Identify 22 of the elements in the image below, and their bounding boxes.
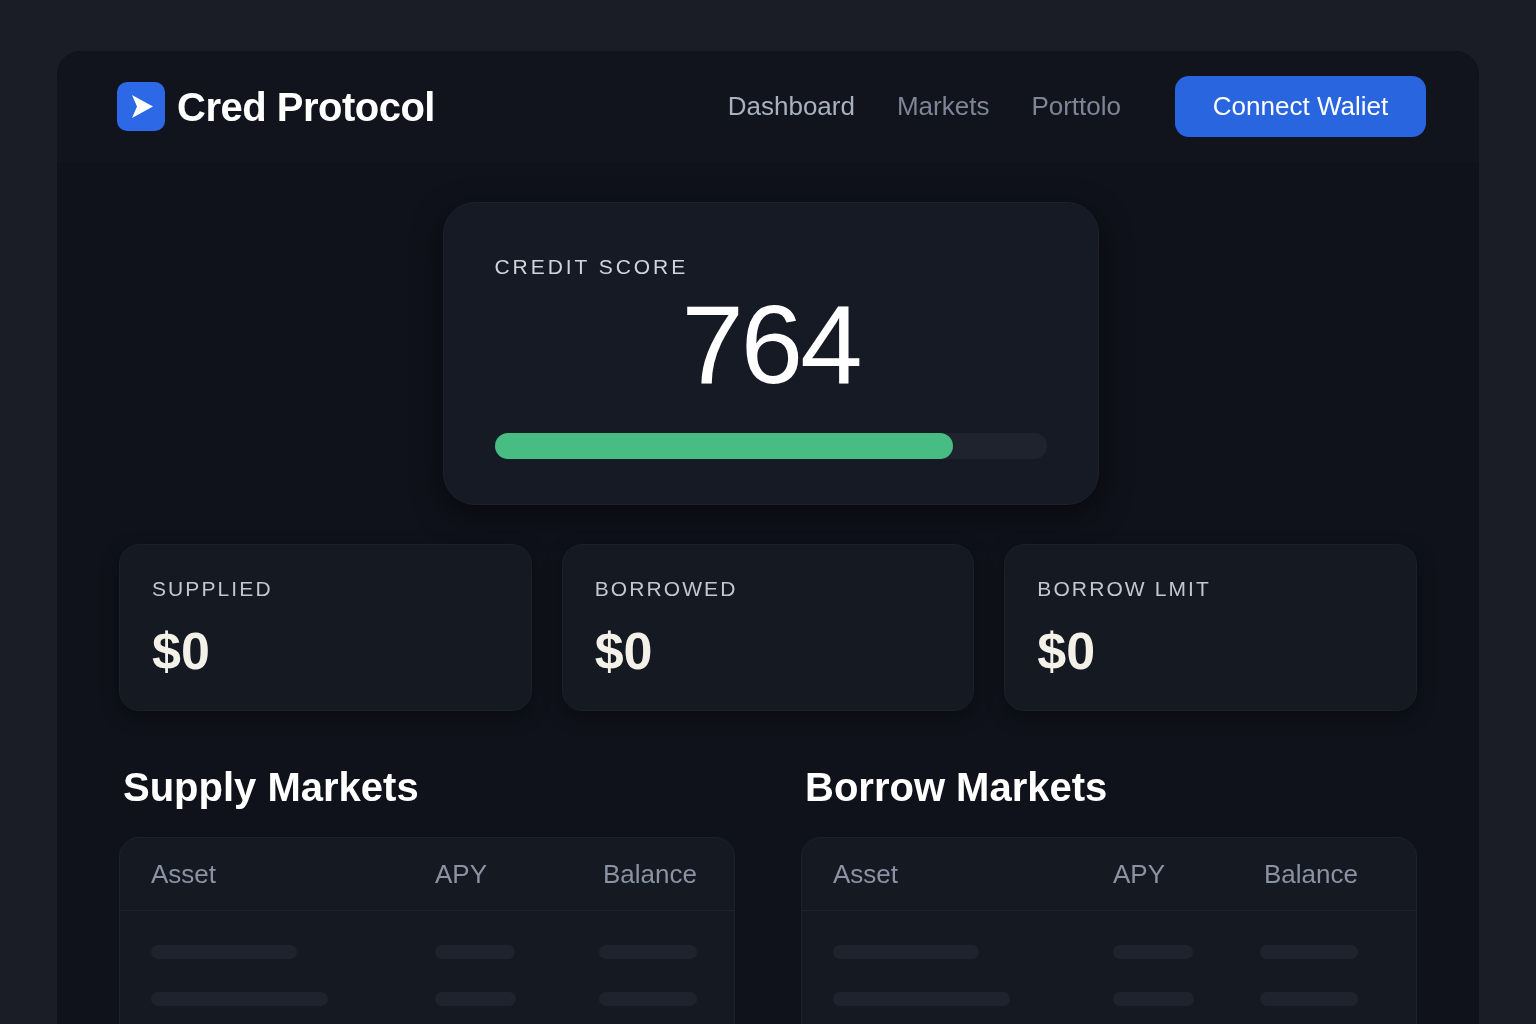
stat-label: BORROW LMIT	[1037, 576, 1211, 602]
arrow-logo-icon	[117, 82, 165, 131]
stat-value: $0	[1037, 620, 1096, 681]
stat-label: SUPPLIED	[152, 576, 273, 602]
section-heading: Supply Markets	[123, 764, 419, 811]
nav-link[interactable]: Markets	[896, 87, 990, 126]
stat-value: $0	[152, 620, 210, 681]
credit-score-label: CREDIT SCORE	[494, 254, 689, 280]
stat-label: BORROWED	[594, 576, 738, 602]
section-heading: Borrow Markets	[805, 764, 1108, 811]
nav-link[interactable]: Dashboard	[727, 87, 855, 126]
stat-value: $0	[594, 620, 653, 681]
brand-name: Cred Protocol	[177, 83, 435, 131]
column-header: APY	[1113, 857, 1166, 891]
column-header: Balance	[1264, 857, 1358, 891]
credit-score-value: 764	[681, 294, 860, 395]
column-header: Asset	[833, 857, 899, 891]
column-header: Asset	[151, 857, 217, 891]
nav-link[interactable]: Porttolo	[1031, 87, 1121, 126]
connect-wallet-button[interactable]: Connect Waliet	[1175, 76, 1426, 137]
column-header: APY	[435, 857, 488, 891]
column-header: Balance	[603, 857, 697, 891]
